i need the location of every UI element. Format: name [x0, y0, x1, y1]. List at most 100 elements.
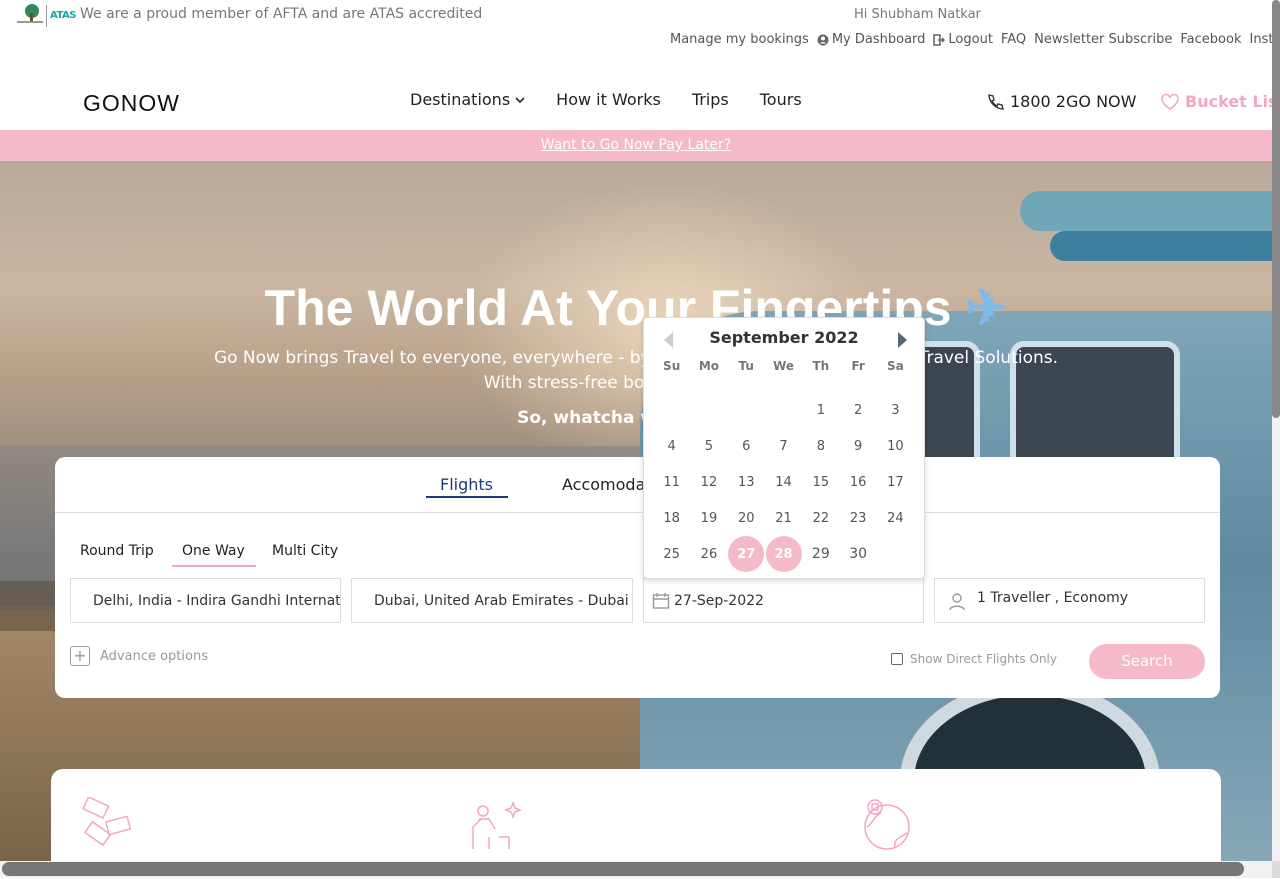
day-number: 5: [704, 438, 714, 454]
day-number: 27: [728, 536, 765, 572]
main-header: GONOW Destinations How it Works Trips To…: [0, 60, 1280, 130]
next-month-arrow-icon[interactable]: [898, 332, 907, 348]
day-cell[interactable]: 9: [839, 428, 876, 464]
chevron-down-icon: [515, 96, 525, 103]
membership-text: We are a proud member of AFTA and are AT…: [80, 6, 483, 22]
calendar-icon: [652, 592, 670, 609]
day-number: 9: [853, 438, 863, 454]
day-cell[interactable]: 18: [653, 500, 690, 536]
day-cell[interactable]: 3: [877, 392, 914, 428]
day-cell[interactable]: 4: [653, 428, 690, 464]
day-number: 19: [700, 510, 718, 526]
horizontal-scrollbar-thumb[interactable]: [2, 862, 1244, 876]
weekday-header: Su: [663, 359, 681, 373]
hero-subtitle: Go Now brings Travel to everyone, everyw…: [213, 348, 1059, 393]
day-number: 3: [891, 402, 900, 418]
day-number: 1: [816, 402, 825, 418]
weekday-header: Th: [812, 359, 830, 373]
from-field[interactable]: Delhi, India - Indira Gandhi Internation…: [70, 578, 341, 623]
day-cell[interactable]: 23: [839, 500, 876, 536]
datepicker-month: September 2022: [709, 328, 859, 347]
day-number: 15: [812, 474, 830, 490]
day-cell[interactable]: 6: [728, 428, 765, 464]
weekday-header: Tu: [738, 359, 754, 373]
day-cell[interactable]: 5: [690, 428, 727, 464]
pay-later-link[interactable]: Want to Go Now Pay Later?: [541, 137, 731, 153]
day-cell[interactable]: 14: [765, 464, 802, 500]
heart-icon: [1161, 93, 1179, 110]
day-cell[interactable]: 7: [765, 428, 802, 464]
date-field[interactable]: 27-Sep-2022: [643, 578, 924, 623]
vertical-scrollbar-thumb[interactable]: [1272, 0, 1280, 418]
day-number: 26: [700, 546, 718, 562]
travellers-field[interactable]: 1 Traveller , Economy: [934, 578, 1205, 623]
direct-flights-checkbox[interactable]: [891, 653, 903, 665]
day-cell[interactable]: 8: [802, 428, 839, 464]
day-cell[interactable]: 1: [802, 392, 839, 428]
atas-logo: ATAS: [46, 5, 76, 27]
day-number: 20: [737, 510, 755, 526]
day-cell[interactable]: 19: [690, 500, 727, 536]
day-cell[interactable]: 20: [728, 500, 765, 536]
day-cell[interactable]: 10: [877, 428, 914, 464]
faq-link[interactable]: FAQ: [1001, 32, 1026, 47]
facebook-link[interactable]: Facebook: [1180, 32, 1241, 47]
user-circle-icon: [817, 34, 829, 45]
empty-day-cell: [728, 392, 765, 428]
day-cell[interactable]: 16: [839, 464, 876, 500]
bucket-list-link[interactable]: Bucket List: [1160, 92, 1280, 111]
nav-how-it-works[interactable]: How it Works: [556, 90, 661, 109]
day-number: 17: [887, 474, 904, 490]
day-cell[interactable]: 15: [802, 464, 839, 500]
empty-day-cell: [653, 392, 690, 428]
day-number: 11: [663, 474, 680, 490]
day-number: 18: [663, 510, 680, 526]
day-cell[interactable]: 17: [877, 464, 914, 500]
newsletter-link[interactable]: Newsletter Subscribe: [1034, 32, 1172, 47]
day-cell[interactable]: 22: [802, 500, 839, 536]
nav-trips[interactable]: Trips: [692, 90, 729, 109]
airplane-icon: ✈: [965, 280, 1008, 336]
nav-tours[interactable]: Tours: [760, 90, 802, 109]
day-cell[interactable]: 24: [877, 500, 914, 536]
day-cell[interactable]: 13: [728, 464, 765, 500]
day-number: 8: [816, 438, 825, 454]
day-cell[interactable]: 29: [802, 536, 839, 572]
day-cell[interactable]: 30: [839, 536, 876, 572]
day-number: 4: [667, 438, 676, 454]
search-button[interactable]: Search: [1089, 644, 1205, 679]
day-number: 2: [853, 402, 863, 418]
hero-surfboard: [1020, 191, 1272, 231]
day-cell[interactable]: 2: [839, 392, 876, 428]
day-cell[interactable]: 11: [653, 464, 690, 500]
phone-link[interactable]: 1800 2GO NOW: [986, 92, 1136, 111]
day-number: 13: [737, 474, 755, 490]
direct-flights-option[interactable]: Show Direct Flights Only: [891, 652, 1057, 666]
advance-options[interactable]: + Advance options: [70, 646, 208, 666]
day-cell[interactable]: 27: [728, 536, 765, 572]
day-number: 6: [742, 438, 751, 454]
day-cell[interactable]: 26: [690, 536, 727, 572]
trip-multi-city[interactable]: Multi City: [272, 543, 338, 559]
trip-one-way[interactable]: One Way: [182, 543, 245, 559]
day-number: 23: [849, 510, 867, 526]
day-cell[interactable]: 12: [690, 464, 727, 500]
my-dashboard-link[interactable]: My Dashboard: [817, 32, 925, 47]
logout-icon: [933, 33, 946, 46]
day-cell[interactable]: 21: [765, 500, 802, 536]
trip-round-trip[interactable]: Round Trip: [80, 543, 154, 559]
nav-destinations[interactable]: Destinations: [410, 90, 525, 109]
manage-bookings-link[interactable]: Manage my bookings: [670, 32, 809, 47]
user-greeting: Hi Shubham Natkar: [854, 7, 981, 22]
person-icon: [949, 592, 965, 610]
main-nav: Destinations How it Works Trips Tours: [410, 90, 802, 109]
brand-logo[interactable]: GONOW: [83, 90, 180, 117]
logout-link[interactable]: Logout: [933, 32, 993, 47]
accreditation-logos: ATAS: [17, 3, 76, 29]
to-field[interactable]: Dubai, United Arab Emirates - Dubai Inte…: [351, 578, 633, 623]
active-trip-underline: [172, 565, 256, 567]
day-cell[interactable]: 28: [765, 536, 802, 572]
globe-icon: [864, 799, 910, 850]
tab-flights[interactable]: Flights: [440, 475, 493, 494]
day-cell[interactable]: 25: [653, 536, 690, 572]
